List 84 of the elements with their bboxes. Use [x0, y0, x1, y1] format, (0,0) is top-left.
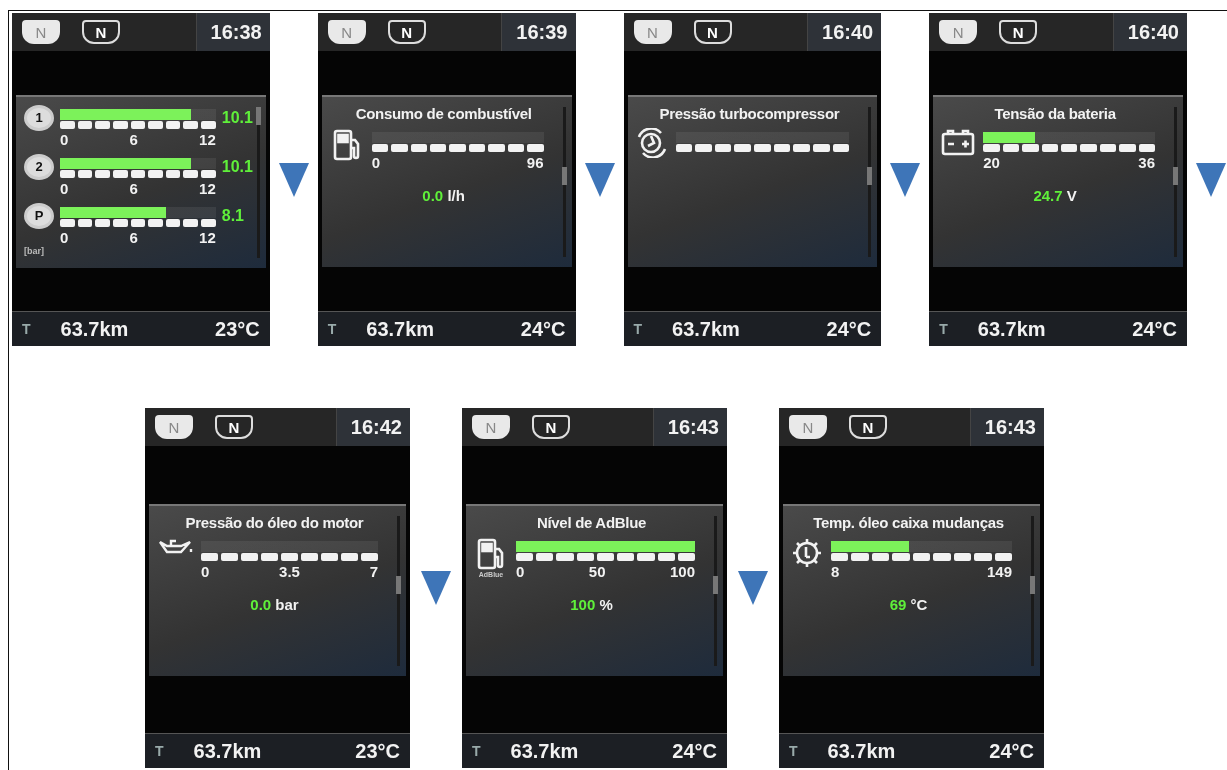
- trip-label: T: [633, 321, 643, 337]
- gauge-reading: 69 °C: [888, 595, 929, 613]
- trip-distance: 63.7km: [60, 317, 129, 341]
- outside-temperature: 24°C: [989, 739, 1034, 763]
- trip-label: T: [327, 321, 337, 337]
- scale-label: 50: [588, 562, 606, 580]
- panel-title: Pressão do óleo do motor: [184, 513, 365, 531]
- gear-indicator: N: [532, 415, 570, 439]
- gear-indicator: N: [789, 415, 827, 439]
- clock: 16:43: [652, 408, 727, 446]
- brake-circuit-icon: P: [24, 202, 54, 229]
- outside-temperature: 23°C: [355, 739, 400, 763]
- pressure-reading: 8.1: [221, 205, 245, 225]
- scale-label: 149: [986, 562, 1012, 580]
- gear-indicator: N: [155, 415, 193, 439]
- scale-label: 0: [60, 130, 69, 148]
- scale-label: 12: [199, 179, 216, 197]
- scale-label: 100: [669, 562, 695, 580]
- panel-title: Temp. óleo caixa mudanças: [812, 513, 1005, 531]
- trip-distance: 63.7km: [827, 739, 896, 763]
- clock: 16:42: [335, 408, 410, 446]
- scale-label: 0: [516, 562, 525, 580]
- gear-indicator: N: [215, 415, 253, 439]
- outside-temperature: 24°C: [826, 317, 872, 341]
- trip-label: T: [939, 321, 948, 337]
- scale-label: 3.5: [279, 562, 300, 580]
- scale-label: 20: [983, 154, 1000, 171]
- scale-label: 0: [201, 562, 210, 580]
- trip-distance: 63.7km: [510, 739, 579, 763]
- scale-label: 8: [831, 562, 840, 580]
- unit-label: [bar]: [24, 245, 45, 256]
- clock: 16:38: [195, 13, 270, 51]
- gauge-reading: 0.0 l/h: [421, 187, 466, 204]
- gear-indicator: N: [387, 20, 426, 44]
- scale-label: 12: [199, 130, 216, 148]
- panel-title: Nível de AdBlue: [535, 513, 648, 531]
- gear-indicator: N: [327, 20, 366, 44]
- clock: 16:40: [1112, 13, 1187, 51]
- scale-label: 7: [369, 562, 378, 580]
- trip-distance: 63.7km: [366, 317, 435, 341]
- scale-label: 96: [526, 154, 544, 171]
- scale-label: 6: [129, 228, 138, 246]
- outside-temperature: 24°C: [672, 739, 717, 763]
- scale-label: 0: [371, 154, 381, 171]
- gear-indicator: N: [939, 20, 978, 44]
- scale-label: 6: [129, 130, 138, 148]
- brake-circuit-icon: 1: [24, 104, 54, 131]
- trip-label: T: [789, 743, 798, 759]
- trip-label: T: [472, 743, 481, 759]
- pressure-reading: 10.1: [221, 107, 252, 127]
- outside-temperature: 24°C: [520, 317, 566, 341]
- panel-title: Consumo de combustível: [354, 105, 533, 122]
- gear-indicator: N: [693, 20, 732, 44]
- brake-circuit-icon: 2: [24, 153, 54, 180]
- trip-distance: 63.7km: [193, 739, 262, 763]
- gear-indicator: N: [82, 20, 120, 44]
- trip-label: T: [22, 321, 31, 337]
- fuel-pump-icon: [331, 128, 362, 162]
- outside-temperature: 23°C: [215, 317, 260, 341]
- panel-title: Tensão da bateria: [993, 105, 1117, 122]
- gear-indicator: N: [22, 20, 60, 44]
- fuel-pump-icon: [476, 536, 506, 571]
- gear-indicator: N: [472, 415, 510, 439]
- scale-label: 6: [129, 179, 138, 197]
- scale-label: 0: [60, 228, 69, 246]
- gear-indicator: N: [633, 20, 672, 44]
- trip-distance: 63.7km: [977, 317, 1046, 341]
- scale-label: 0: [60, 179, 69, 197]
- scale-label: 36: [1138, 154, 1155, 171]
- gauge-reading: 24.7 V: [1032, 187, 1078, 204]
- clock: 16:43: [969, 408, 1044, 446]
- panel-title: Pressão turbocompressor: [658, 105, 841, 122]
- gauge-reading: 100 %: [569, 595, 614, 613]
- scale-label: 12: [199, 228, 216, 246]
- battery-icon: [941, 128, 976, 156]
- pressure-reading: 10.1: [221, 156, 252, 176]
- trip-distance: 63.7km: [672, 317, 740, 341]
- trip-label: T: [155, 743, 164, 759]
- gear-indicator: N: [999, 20, 1038, 44]
- clock: 16:39: [501, 13, 576, 51]
- outside-temperature: 24°C: [1132, 317, 1177, 341]
- gauge-reading: 0.0 bar: [249, 595, 300, 613]
- clock: 16:40: [807, 13, 882, 51]
- gear-indicator: N: [849, 415, 887, 439]
